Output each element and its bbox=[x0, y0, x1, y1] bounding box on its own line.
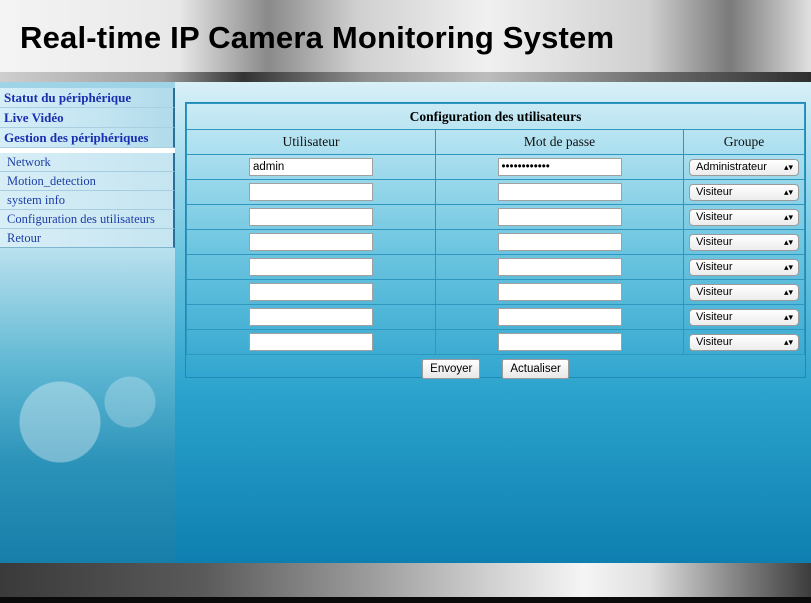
column-header-password: Mot de passe bbox=[435, 129, 684, 155]
submit-button[interactable]: Envoyer bbox=[422, 359, 481, 379]
username-input[interactable] bbox=[249, 283, 373, 302]
footer-bar bbox=[0, 563, 811, 603]
header-stripe bbox=[0, 72, 811, 82]
password-input[interactable] bbox=[497, 208, 622, 227]
main-content: Configuration des utilisateurs Utilisate… bbox=[175, 82, 811, 563]
password-input[interactable] bbox=[497, 183, 622, 202]
password-input[interactable] bbox=[497, 258, 622, 277]
password-input[interactable] bbox=[497, 308, 622, 327]
username-input[interactable] bbox=[249, 233, 373, 252]
nav-system-info[interactable]: system info bbox=[0, 191, 175, 210]
password-input[interactable]: •••••••••••• bbox=[497, 158, 622, 177]
nav-live-video[interactable]: Live Vidéo bbox=[0, 108, 175, 128]
select-arrows-icon: ▴▾ bbox=[783, 261, 793, 272]
group-select[interactable]: Visiteur ▴▾ bbox=[689, 183, 799, 201]
user-table: Configuration des utilisateurs Utilisate… bbox=[186, 103, 805, 355]
table-row: Visiteur ▴▾ bbox=[186, 254, 805, 280]
username-input[interactable] bbox=[249, 333, 373, 352]
group-select[interactable]: Visiteur ▴▾ bbox=[689, 258, 799, 276]
group-select[interactable]: Administrateur ▴▾ bbox=[689, 158, 799, 176]
group-select-value: Visiteur bbox=[696, 285, 733, 298]
password-input[interactable] bbox=[497, 233, 622, 252]
refresh-button[interactable]: Actualiser bbox=[502, 359, 569, 379]
group-select-value: Visiteur bbox=[696, 235, 733, 248]
username-input[interactable] bbox=[249, 308, 373, 327]
footer-edge bbox=[0, 597, 811, 603]
group-select-value: Administrateur bbox=[696, 160, 767, 173]
table-row: Visiteur ▴▾ bbox=[186, 279, 805, 305]
table-row: Visiteur ▴▾ bbox=[186, 204, 805, 230]
nav-user-configuration[interactable]: Configuration des utilisateurs bbox=[0, 210, 175, 229]
group-select[interactable]: Visiteur ▴▾ bbox=[689, 208, 799, 226]
group-select-value: Visiteur bbox=[696, 335, 733, 348]
group-select-value: Visiteur bbox=[696, 210, 733, 223]
page-title: Real-time IP Camera Monitoring System bbox=[20, 20, 615, 55]
select-arrows-icon: ▴▾ bbox=[783, 336, 793, 347]
group-select-value: Visiteur bbox=[696, 260, 733, 273]
group-select-value: Visiteur bbox=[696, 185, 733, 198]
group-select[interactable]: Visiteur ▴▾ bbox=[689, 333, 799, 351]
column-header-group: Groupe bbox=[683, 129, 805, 155]
sub-nav: Network Motion_detection system info Con… bbox=[0, 153, 175, 248]
username-input[interactable] bbox=[249, 183, 373, 202]
nav-device-status[interactable]: Statut du périphérique bbox=[0, 88, 175, 108]
nav-network[interactable]: Network bbox=[0, 153, 175, 172]
main-nav: Statut du périphérique Live Vidéo Gestio… bbox=[0, 88, 175, 148]
select-arrows-icon: ▴▾ bbox=[783, 161, 793, 172]
password-input[interactable] bbox=[497, 333, 622, 352]
table-row: admin •••••••••••• Administrateur ▴▾ bbox=[186, 154, 805, 180]
table-row: Visiteur ▴▾ bbox=[186, 229, 805, 255]
nav-device-management[interactable]: Gestion des périphériques bbox=[0, 128, 175, 148]
username-input[interactable] bbox=[249, 258, 373, 277]
nav-back[interactable]: Retour bbox=[0, 229, 175, 248]
group-select[interactable]: Visiteur ▴▾ bbox=[689, 308, 799, 326]
select-arrows-icon: ▴▾ bbox=[783, 286, 793, 297]
username-input[interactable] bbox=[249, 208, 373, 227]
group-select[interactable]: Visiteur ▴▾ bbox=[689, 233, 799, 251]
user-config-panel: Configuration des utilisateurs Utilisate… bbox=[185, 102, 806, 379]
select-arrows-icon: ▴▾ bbox=[783, 311, 793, 322]
button-row: Envoyer Actualiser bbox=[186, 355, 805, 379]
header-banner: Real-time IP Camera Monitoring System bbox=[0, 0, 811, 82]
panel-caption: Configuration des utilisateurs bbox=[186, 103, 805, 130]
username-input[interactable]: admin bbox=[249, 158, 373, 177]
password-input[interactable] bbox=[497, 283, 622, 302]
table-row: Visiteur ▴▾ bbox=[186, 329, 805, 355]
sidebar: Statut du périphérique Live Vidéo Gestio… bbox=[0, 82, 175, 563]
select-arrows-icon: ▴▾ bbox=[783, 186, 793, 197]
nav-motion-detection[interactable]: Motion_detection bbox=[0, 172, 175, 191]
group-select-value: Visiteur bbox=[696, 310, 733, 323]
table-row: Visiteur ▴▾ bbox=[186, 304, 805, 330]
group-select[interactable]: Visiteur ▴▾ bbox=[689, 283, 799, 301]
select-arrows-icon: ▴▾ bbox=[783, 236, 793, 247]
table-row: Visiteur ▴▾ bbox=[186, 179, 805, 205]
column-header-user: Utilisateur bbox=[186, 129, 436, 155]
select-arrows-icon: ▴▾ bbox=[783, 211, 793, 222]
